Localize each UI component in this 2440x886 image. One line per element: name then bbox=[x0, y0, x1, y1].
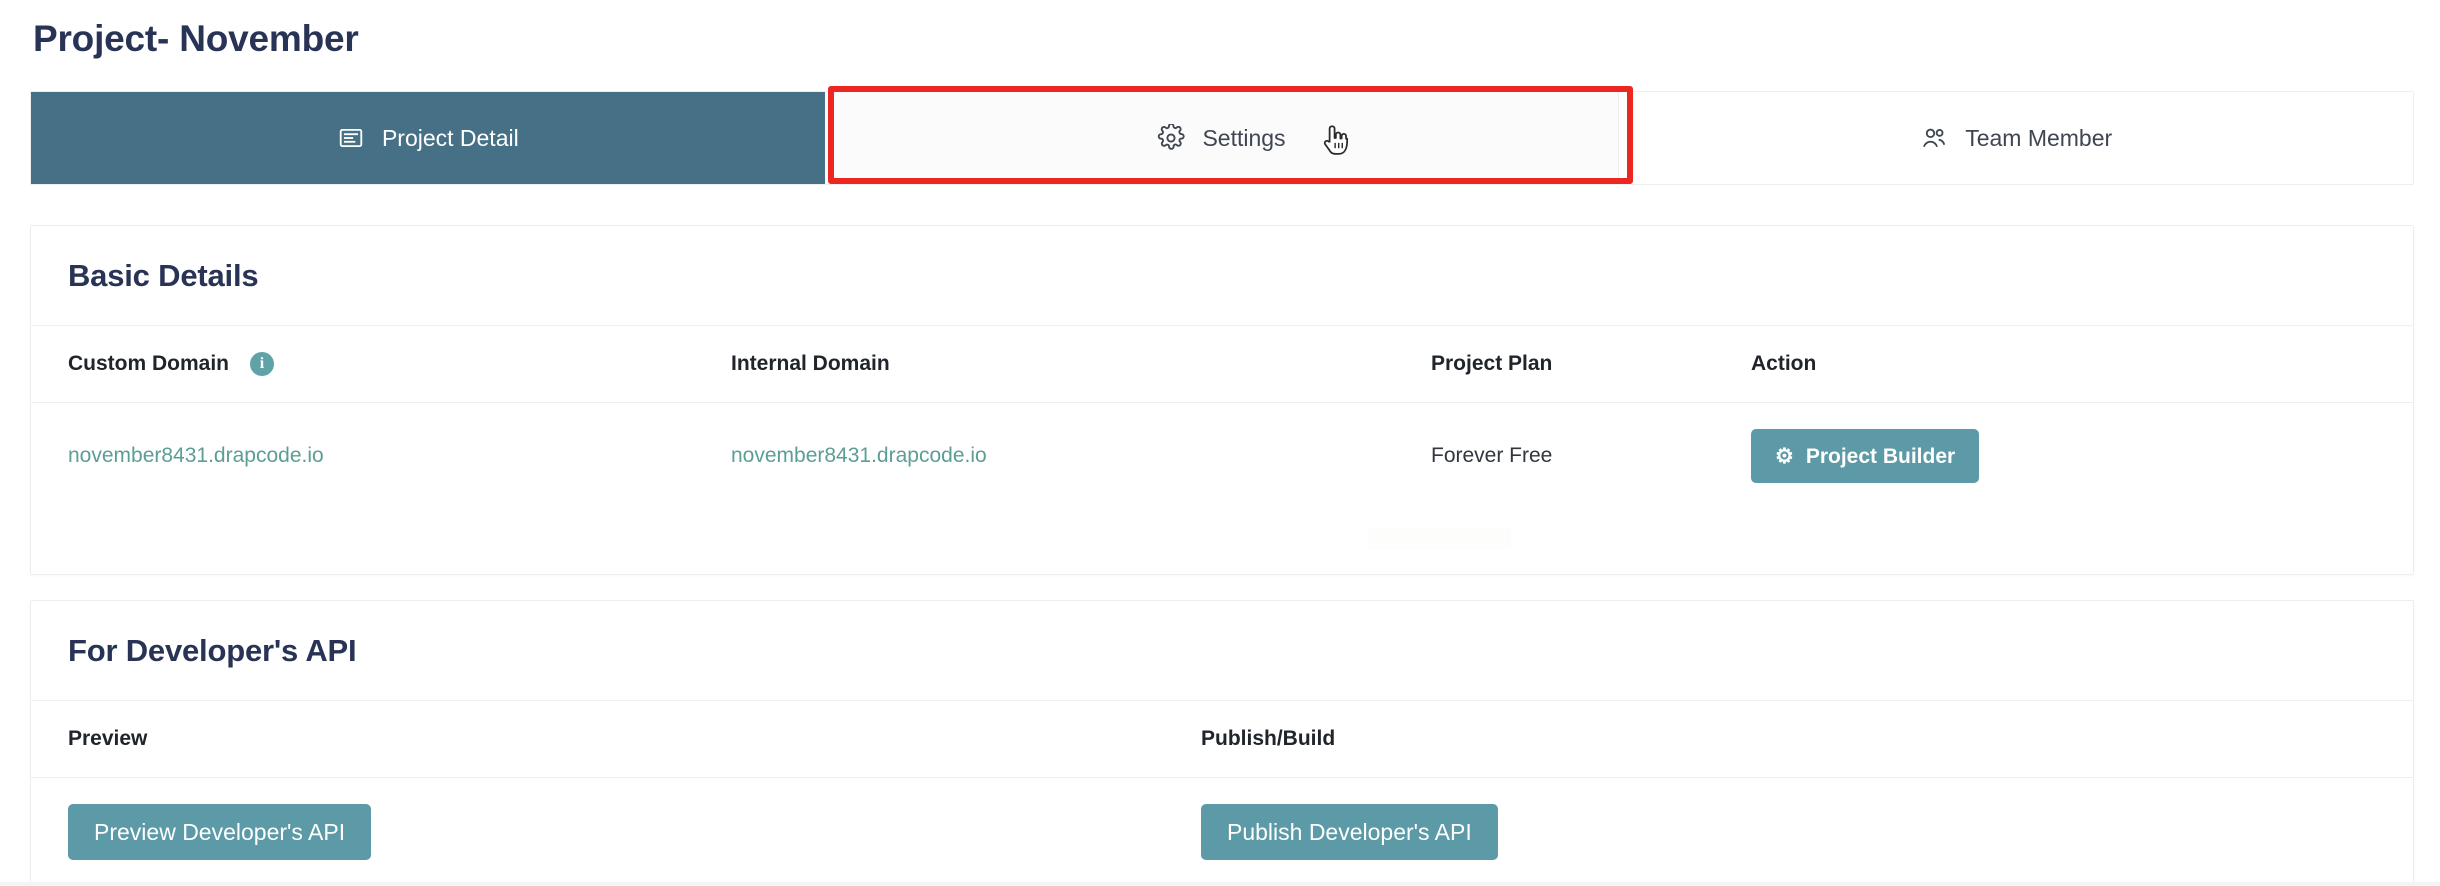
column-header-action: Action bbox=[1751, 326, 2413, 403]
project-builder-label: Project Builder bbox=[1805, 444, 1956, 468]
column-header-label: Custom Domain bbox=[68, 352, 230, 375]
tab-settings[interactable]: Settings bbox=[824, 92, 1620, 184]
section-title: For Developer's API bbox=[68, 632, 357, 668]
column-header-custom-domain: Custom Domain i bbox=[31, 326, 731, 403]
table-header-row: Preview Publish/Build bbox=[31, 701, 2413, 778]
developer-api-card: For Developer's API Preview Publish/Buil… bbox=[30, 600, 2414, 886]
table-row: Preview Developer's API Publish Develope… bbox=[31, 778, 2413, 886]
cell-publish-action: Publish Developer's API bbox=[1201, 778, 2413, 886]
cell-internal-domain: november8431.drapcode.io bbox=[731, 403, 1431, 510]
users-icon bbox=[1920, 124, 1948, 152]
cell-project-plan: Forever Free bbox=[1431, 403, 1751, 510]
table-header-row: Custom Domain i Internal Domain Project … bbox=[31, 326, 2413, 403]
publish-developers-api-button[interactable]: Publish Developer's API bbox=[1201, 804, 1498, 860]
basic-details-header: Basic Details bbox=[31, 226, 2413, 326]
developer-api-header: For Developer's API bbox=[31, 601, 2413, 701]
project-settings-page: Project- November Project Detail Setting… bbox=[0, 0, 2440, 886]
tab-team-member[interactable]: Team Member bbox=[1619, 92, 2414, 184]
section-title: Basic Details bbox=[68, 257, 259, 293]
gear-icon bbox=[1157, 124, 1186, 152]
custom-domain-link[interactable]: november8431.drapcode.io bbox=[68, 444, 324, 467]
tab-label: Project Detail bbox=[381, 124, 519, 151]
info-icon[interactable]: i bbox=[250, 352, 275, 376]
developer-api-table: Preview Publish/Build Preview Developer'… bbox=[31, 701, 2413, 886]
article-icon bbox=[337, 124, 365, 152]
column-header-project-plan: Project Plan bbox=[1431, 326, 1751, 403]
gear-icon: ⚙ bbox=[1775, 444, 1794, 468]
table-row: november8431.drapcode.io november8431.dr… bbox=[31, 403, 2413, 510]
project-builder-button[interactable]: ⚙ Project Builder bbox=[1751, 429, 1980, 483]
basic-details-table: Custom Domain i Internal Domain Project … bbox=[31, 326, 2413, 509]
tab-bar: Project Detail Settings Team Member bbox=[30, 91, 2414, 185]
project-plan-value: Forever Free bbox=[1431, 444, 1553, 467]
column-header-preview: Preview bbox=[31, 701, 1201, 778]
column-header-publish-build: Publish/Build bbox=[1201, 701, 2413, 778]
preview-developers-api-button[interactable]: Preview Developer's API bbox=[68, 804, 372, 860]
page-title: Project- November bbox=[33, 18, 359, 59]
tab-label: Team Member bbox=[1965, 124, 2113, 151]
cell-custom-domain: november8431.drapcode.io bbox=[31, 403, 731, 510]
tab-label: Settings bbox=[1202, 124, 1286, 151]
internal-domain-link[interactable]: november8431.drapcode.io bbox=[731, 444, 987, 467]
tab-project-detail[interactable]: Project Detail bbox=[31, 92, 825, 184]
page-bottom-edge bbox=[0, 882, 2440, 886]
cell-action: ⚙ Project Builder bbox=[1751, 403, 2413, 510]
column-header-internal-domain: Internal Domain bbox=[731, 326, 1431, 403]
basic-details-card: Basic Details Custom Domain i Internal D… bbox=[30, 225, 2414, 575]
cell-preview-action: Preview Developer's API bbox=[31, 778, 1201, 886]
